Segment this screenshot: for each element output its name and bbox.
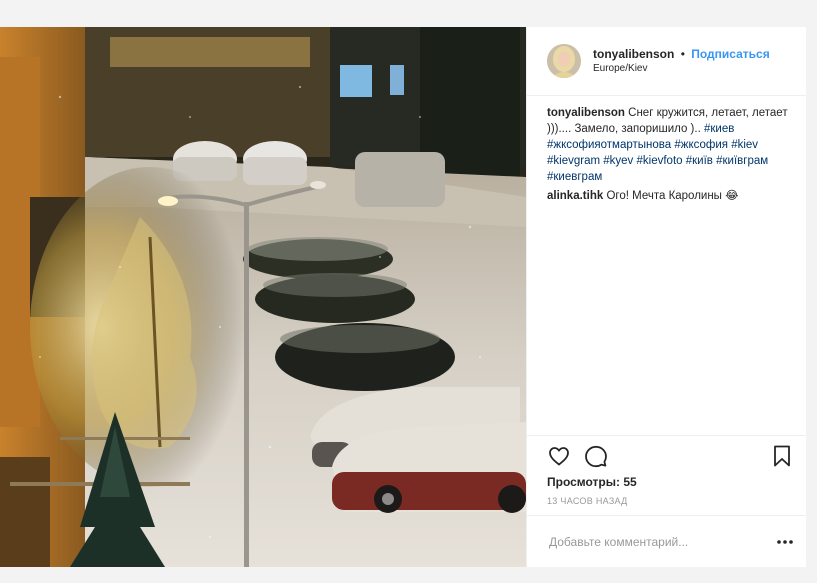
views-count[interactable]: Просмотры: 55 (547, 474, 796, 490)
comment-text: Ого! Мечта Каролины 😂 (606, 190, 739, 202)
comments-list: tonyalibenson Снег кружится, летает, лет… (527, 96, 806, 204)
avatar[interactable] (547, 44, 581, 78)
post-card: tonyalibenson • Подписаться Europe/Kiev … (0, 27, 806, 567)
add-comment-section (527, 515, 806, 567)
comment-item: alinka.tihk Ого! Мечта Каролины 😂 (547, 188, 796, 204)
post-header: tonyalibenson • Подписаться Europe/Kiev (527, 27, 806, 96)
add-comment-input[interactable] (547, 533, 776, 550)
location-link[interactable]: Europe/Kiev (593, 62, 770, 76)
caption: tonyalibenson Снег кружится, летает, лет… (547, 105, 796, 185)
separator-dot: • (680, 47, 685, 61)
more-options-icon[interactable] (776, 539, 794, 545)
night-snow-scene-image (0, 27, 526, 567)
hashtag[interactable]: #kievgram (547, 155, 600, 167)
hashtag[interactable]: #kievfoto (637, 155, 683, 167)
hashtag[interactable]: #жксофия (674, 139, 728, 151)
caption-username[interactable]: tonyalibenson (547, 107, 625, 119)
comment-username[interactable]: alinka.tihk (547, 190, 603, 202)
post-sidebar: tonyalibenson • Подписаться Europe/Kiev … (526, 27, 806, 567)
username-link[interactable]: tonyalibenson (593, 47, 674, 61)
user-photo-icon (547, 44, 581, 78)
post-actions: Просмотры: 55 13 часов назад (527, 435, 806, 506)
post-timestamp[interactable]: 13 часов назад (547, 496, 796, 506)
heart-icon[interactable] (547, 444, 571, 468)
comment-bubble-icon[interactable] (584, 444, 608, 468)
bookmark-icon[interactable] (770, 444, 794, 468)
hashtag[interactable]: #київграм (716, 155, 768, 167)
hashtag[interactable]: #киев (704, 123, 734, 135)
hashtag[interactable]: #київ (686, 155, 713, 167)
hashtag[interactable]: #kyev (603, 155, 633, 167)
hashtag[interactable]: #kiev (731, 139, 758, 151)
hashtag[interactable]: #киевграм (547, 171, 602, 183)
follow-button[interactable]: Подписаться (691, 47, 769, 61)
hashtag[interactable]: #жксофияотмартынова (547, 139, 671, 151)
post-photo[interactable] (0, 27, 526, 567)
